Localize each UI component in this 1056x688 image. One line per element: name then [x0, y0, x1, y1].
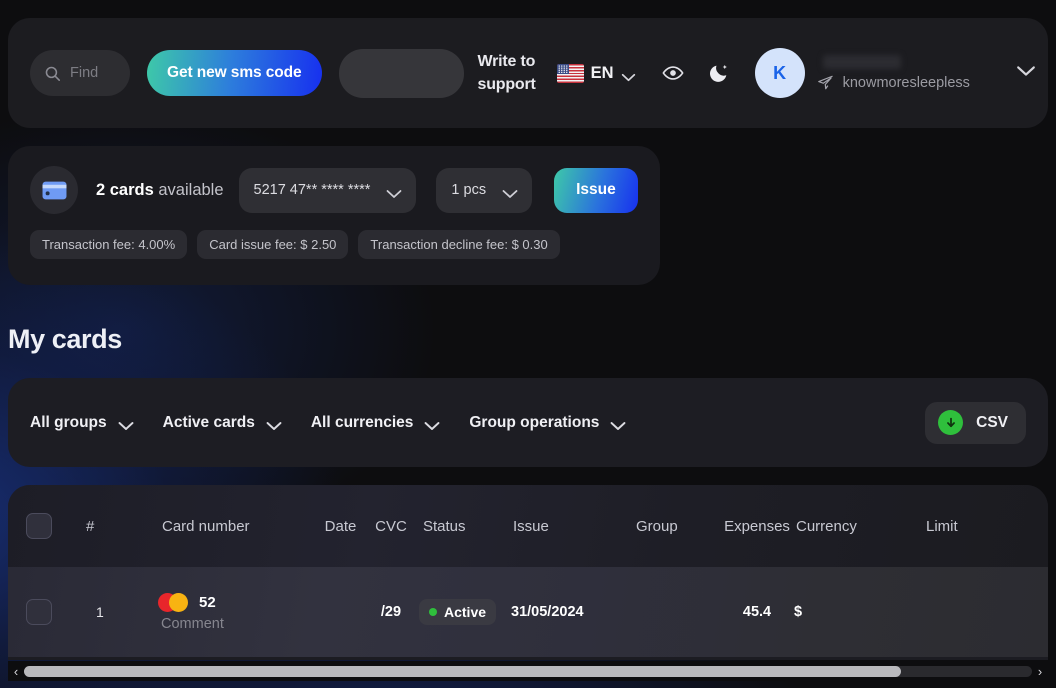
filter-active-cards-label: Active cards — [162, 413, 255, 431]
filter-group-operations[interactable]: Group operations — [469, 413, 626, 432]
download-icon — [938, 410, 964, 435]
column-header-expenses: Expenses — [724, 517, 790, 535]
credit-card-icon — [42, 181, 66, 199]
write-to-support-link[interactable]: Write to support — [478, 50, 536, 96]
status-badge: Active — [419, 599, 497, 625]
card-issue-panel: 2 cards available 5217 47** **** **** 1 … — [8, 146, 660, 285]
user-name-redacted — [822, 55, 901, 69]
filter-all-groups-label: All groups — [30, 413, 107, 431]
csv-export-button[interactable]: CSV — [925, 401, 1026, 444]
filter-bar: All groups Active cards All currencies G… — [8, 378, 1048, 467]
row-select-cell — [26, 599, 86, 625]
chevron-down-icon — [502, 186, 518, 198]
row-checkbox[interactable] — [26, 599, 52, 625]
filter-all-currencies-label: All currencies — [310, 413, 414, 431]
fee-transaction: Transaction fee: 4.00% — [30, 230, 188, 259]
top-header-bar: Get new sms code Write to support EN K — [8, 18, 1048, 128]
language-selector[interactable]: EN — [556, 63, 636, 83]
filter-active-cards[interactable]: Active cards — [162, 413, 282, 432]
user-menu-chevron-down-icon[interactable] — [970, 64, 1036, 82]
column-header-issue: Issue — [513, 517, 549, 535]
filter-all-groups[interactable]: All groups — [30, 413, 134, 432]
card-icon-badge — [30, 166, 78, 214]
fee-list: Transaction fee: 4.00% Card issue fee: $… — [30, 230, 638, 259]
horizontal-scrollbar[interactable]: ‹ › — [8, 661, 1048, 681]
row-currency: $ — [794, 604, 803, 620]
column-header-cvc: CVC — [375, 517, 407, 535]
column-header-date: Date — [324, 517, 357, 535]
telegram-icon — [817, 74, 834, 91]
row-card-comment[interactable]: Comment — [161, 616, 318, 632]
cards-available-suffix: available — [153, 180, 224, 199]
issue-button[interactable]: Issue — [554, 167, 638, 213]
row-card-cell: 52 Comment — [158, 592, 318, 632]
column-header-limit: Limit — [926, 517, 958, 535]
dark-mode-moon-icon[interactable] — [708, 62, 730, 84]
bin-select-value: 5217 47** **** **** — [253, 182, 371, 198]
eye-icon[interactable] — [661, 62, 684, 84]
column-header-status: Status — [423, 517, 466, 535]
chevron-down-icon — [386, 186, 402, 198]
column-header-group: Group — [636, 517, 678, 535]
cards-available-count: 2 cards — [96, 180, 154, 199]
scroll-left-arrow-icon[interactable]: ‹ — [8, 664, 24, 679]
chevron-down-icon — [610, 418, 626, 430]
select-all-checkbox[interactable] — [26, 513, 52, 539]
avatar[interactable]: K — [754, 48, 805, 98]
row-status-cell: Active — [419, 599, 505, 625]
table-row[interactable]: 1 52 Comment /29 Active 31/05/2024 45.4 … — [8, 567, 1048, 657]
row-expenses: 45.4 — [742, 604, 772, 620]
chevron-down-icon — [424, 418, 440, 430]
quantity-select[interactable]: 1 pcs — [436, 167, 533, 213]
scroll-right-arrow-icon[interactable]: › — [1032, 664, 1048, 679]
sms-code-input[interactable] — [338, 48, 464, 98]
filter-all-currencies[interactable]: All currencies — [311, 414, 440, 432]
language-label: EN — [590, 63, 614, 82]
cards-table: # Card number Date CVC Status Issue Grou… — [8, 485, 1048, 660]
user-handle: knowmoresleepless — [842, 74, 970, 91]
table-header-row: # Card number Date CVC Status Issue Grou… — [8, 485, 1048, 567]
column-header-num: # — [86, 517, 95, 535]
scrollbar-track[interactable] — [24, 665, 1032, 677]
us-flag-icon — [556, 63, 584, 83]
row-index: 1 — [96, 604, 104, 620]
chevron-down-icon — [621, 69, 636, 81]
column-header-currency: Currency — [796, 517, 857, 535]
cards-available-text: 2 cards available — [96, 181, 224, 200]
app-root: Get new sms code Write to support EN K — [0, 0, 1056, 688]
status-dot-icon — [429, 608, 437, 616]
mastercard-icon — [158, 592, 188, 612]
row-issue-date: 31/05/2024 — [511, 604, 584, 620]
select-all-cell — [26, 513, 86, 539]
fee-card-issue: Card issue fee: $ 2.50 — [197, 230, 349, 259]
chevron-down-icon — [118, 418, 134, 430]
search-input[interactable] — [70, 65, 116, 81]
quantity-select-value: 1 pcs — [451, 182, 487, 198]
chevron-down-icon — [266, 418, 282, 430]
scrollbar-thumb[interactable] — [24, 665, 901, 677]
search-icon — [44, 65, 61, 82]
bin-select[interactable]: 5217 47** **** **** — [238, 167, 417, 213]
row-card-number: 52 — [199, 593, 216, 611]
user-menu[interactable]: knowmoresleepless — [817, 48, 970, 98]
get-sms-code-button[interactable]: Get new sms code — [147, 50, 322, 96]
status-label: Active — [444, 604, 487, 620]
search-box[interactable] — [30, 50, 130, 96]
row-cvc: /29 — [380, 604, 402, 620]
page-title: My cards — [8, 324, 122, 354]
fee-decline: Transaction decline fee: $ 0.30 — [358, 230, 560, 259]
filter-group-operations-label: Group operations — [469, 413, 600, 431]
csv-export-label: CSV — [976, 413, 1008, 431]
column-header-card: Card number — [162, 517, 250, 535]
